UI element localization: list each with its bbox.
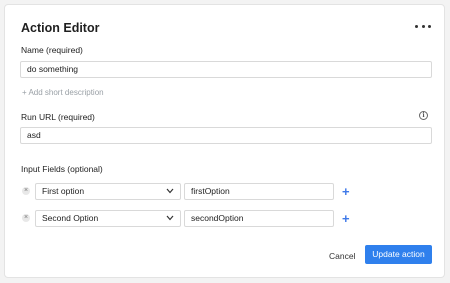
field-type-value: First option [42,186,85,196]
chevron-down-icon [166,188,174,194]
remove-field-icon[interactable]: × [22,214,30,222]
more-dot [428,24,431,28]
chevron-down-icon [166,215,174,221]
field-name-input[interactable]: firstOption [184,183,334,200]
cancel-button[interactable]: Cancel [329,251,355,261]
name-label: Name (required) [21,45,83,55]
add-short-description-link[interactable]: + Add short description [22,88,104,97]
more-dot [421,24,425,28]
input-fields-label: Input Fields (optional) [21,164,103,174]
panel-title: Action Editor [21,21,100,35]
more-options-icon[interactable] [415,20,431,32]
more-dot [415,24,418,28]
action-editor-panel: Action Editor Name (required) do somethi… [4,4,445,278]
add-field-icon[interactable]: + [342,212,350,225]
name-input[interactable]: do something [20,61,432,78]
update-action-button[interactable]: Update action [365,245,432,264]
remove-field-icon[interactable]: × [22,187,30,195]
info-icon[interactable]: i [419,111,428,120]
field-type-select[interactable]: First option [35,183,181,200]
run-url-label: Run URL (required) [21,112,95,122]
run-url-input[interactable]: asd [20,127,432,144]
field-type-select[interactable]: Second Option [35,210,181,227]
field-type-value: Second Option [42,213,99,223]
field-name-input[interactable]: secondOption [184,210,334,227]
add-field-icon[interactable]: + [342,185,350,198]
